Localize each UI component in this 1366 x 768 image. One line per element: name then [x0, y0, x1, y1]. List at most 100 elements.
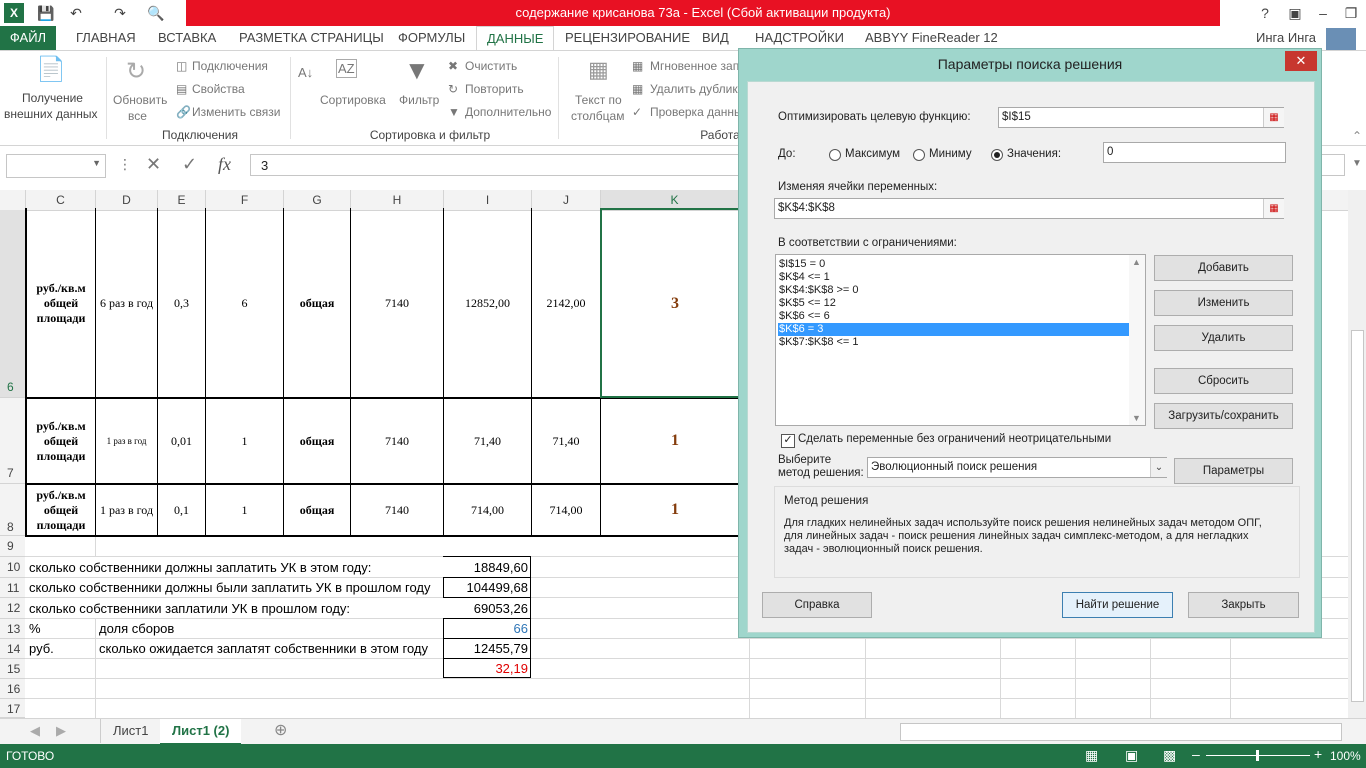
load-save-button[interactable]: Загрузить/сохранить [1154, 403, 1293, 429]
constraint-item[interactable]: $K$7:$K$8 <= 1 [778, 336, 1129, 349]
value-of-label[interactable]: Значения: [1007, 148, 1061, 160]
row-header-10[interactable]: 10 [0, 557, 25, 578]
row-header-13[interactable]: 13 [0, 619, 25, 639]
advanced-button[interactable]: Дополнительно [465, 105, 551, 119]
col-header-f[interactable]: F [206, 190, 284, 210]
filter-button[interactable]: Фильтр [399, 93, 439, 107]
reapply-button[interactable]: Повторить [465, 82, 524, 96]
cell-e8[interactable]: 0,1 [158, 485, 205, 535]
text-to-columns-button[interactable]: Текст по [575, 93, 622, 107]
tab-insert[interactable]: ВСТАВКА [148, 26, 226, 50]
cell-d7[interactable]: 1 раз в год [96, 399, 157, 483]
col-header-h[interactable]: H [351, 190, 444, 210]
constraints-list[interactable]: $I$15 = 0 $K$4 <= 1 $K$4:$K$8 >= 0 $K$5 … [775, 254, 1146, 426]
add-button[interactable]: Добавить [1154, 255, 1293, 281]
text-to-columns-label[interactable]: столбцам [571, 109, 624, 123]
method-select[interactable]: Эволюционный поиск решения [867, 457, 1167, 478]
sheet-tab-1[interactable]: Лист1 [100, 719, 162, 743]
remove-duplicates-button[interactable]: Удалить дублика [650, 82, 745, 96]
minimize-icon[interactable]: – [1308, 0, 1338, 26]
cell-i10[interactable]: 18849,60 [444, 557, 531, 577]
cell-i15[interactable]: 32,19 [444, 659, 531, 678]
cell-i13[interactable]: 66 [444, 619, 531, 638]
changing-cells-input[interactable]: $K$4:$K$8 [774, 198, 1284, 219]
cell-g7[interactable]: общая [284, 399, 350, 483]
collapse-ref-icon[interactable]: ▦ [1263, 108, 1284, 127]
cell-f6[interactable]: 6 [206, 210, 283, 397]
close-icon[interactable]: ✕ [1285, 51, 1317, 71]
close-button[interactable]: Закрыть [1188, 592, 1299, 618]
cell-d8[interactable]: 1 раз в год [96, 485, 157, 535]
insert-function-icon[interactable]: fx [218, 154, 231, 175]
tab-file[interactable]: ФАЙЛ [0, 26, 56, 50]
avatar[interactable] [1326, 28, 1356, 50]
cell-g8[interactable]: общая [284, 485, 350, 535]
max-label[interactable]: Максимум [845, 148, 900, 160]
zoom-level[interactable]: 100% [1330, 749, 1361, 763]
cell-c11[interactable]: сколько собственники должны были заплати… [26, 578, 443, 597]
refresh-all-label[interactable]: все [128, 109, 147, 123]
row-header-12[interactable]: 12 [0, 598, 25, 619]
tab-home[interactable]: ГЛАВНАЯ [66, 26, 146, 50]
row-header-11[interactable]: 11 [0, 578, 25, 598]
constraints-scrollbar[interactable]: ▲ ▼ [1129, 255, 1145, 425]
page-layout-icon[interactable]: ▣ [1125, 747, 1138, 764]
enter-icon[interactable]: ✓ [182, 154, 197, 175]
scroll-thumb[interactable] [1351, 330, 1364, 702]
cell-i14[interactable]: 12455,79 [444, 639, 531, 658]
user-name[interactable]: Инга Инга [1246, 26, 1326, 50]
name-box[interactable]: ▼ [6, 154, 106, 178]
scroll-up-icon[interactable]: ▲ [1132, 257, 1141, 267]
print-preview-icon[interactable]: 🔍 [146, 3, 166, 23]
cell-e6[interactable]: 0,3 [158, 210, 205, 397]
cell-i6[interactable]: 12852,00 [444, 210, 531, 397]
constraint-item[interactable]: $K$5 <= 12 [778, 297, 1129, 310]
tab-page-layout[interactable]: РАЗМЕТКА СТРАНИЦЫ [229, 26, 394, 50]
row-header-15[interactable]: 15 [0, 659, 25, 679]
cell-c10[interactable]: сколько собственники должны заплатить УК… [26, 557, 444, 577]
next-sheet-icon[interactable]: ▶ [44, 719, 78, 743]
zoom-in-icon[interactable]: + [1314, 746, 1322, 762]
get-external-data-label[interactable]: внешних данных [4, 107, 98, 121]
options-button[interactable]: Параметры [1174, 458, 1293, 484]
cell-k6[interactable]: 3 [602, 210, 748, 397]
cell-c13[interactable]: % [26, 619, 95, 638]
collapse-ref-icon-2[interactable]: ▦ [1263, 199, 1284, 218]
col-header-i[interactable]: I [444, 190, 532, 210]
cell-c6[interactable]: руб./кв.м общей площади [27, 210, 95, 397]
data-validation-button[interactable]: Проверка данны [650, 105, 743, 119]
cell-j8[interactable]: 714,00 [532, 485, 600, 535]
ribbon-display-icon[interactable]: ▣ [1280, 0, 1310, 26]
constraint-item[interactable]: $K$6 <= 6 [778, 310, 1129, 323]
tab-data[interactable]: ДАННЫЕ [476, 26, 555, 52]
help-button[interactable]: Справка [762, 592, 872, 618]
normal-view-icon[interactable]: ▦ [1085, 747, 1098, 764]
save-icon[interactable]: 💾 [36, 3, 56, 23]
method-chevron-down-icon[interactable]: ⌄ [1150, 458, 1167, 477]
tab-formulas[interactable]: ФОРМУЛЫ [388, 26, 475, 50]
constraint-item[interactable]: $I$15 = 0 [778, 258, 1129, 271]
row-header-9[interactable]: 9 [0, 536, 25, 557]
col-header-c[interactable]: C [26, 190, 96, 210]
min-radio[interactable] [913, 149, 925, 161]
get-external-data-button[interactable]: Получение [22, 91, 83, 105]
constraint-item-selected[interactable]: $K$6 = 3 [778, 323, 1129, 336]
cell-d6[interactable]: 6 раз в год [96, 210, 157, 397]
expand-formula-icon[interactable]: ▼ [1352, 158, 1362, 169]
cell-j6[interactable]: 2142,00 [532, 210, 600, 397]
row-header-8[interactable]: 8 [0, 484, 25, 536]
max-radio[interactable] [829, 149, 841, 161]
tab-addins[interactable]: НАДСТРОЙКИ [745, 26, 854, 50]
row-header-14[interactable]: 14 [0, 639, 25, 659]
sort-button[interactable]: Сортировка [320, 93, 386, 107]
col-header-g[interactable]: G [284, 190, 351, 210]
help-icon[interactable]: ? [1250, 0, 1280, 26]
tab-abbyy[interactable]: ABBYY FineReader 12 [855, 26, 1008, 50]
nonneg-checkbox[interactable]: ✓ [781, 434, 795, 448]
col-header-j[interactable]: J [532, 190, 601, 210]
min-label[interactable]: Миниму [929, 148, 972, 160]
col-header-e[interactable]: E [158, 190, 206, 210]
cell-h8[interactable]: 7140 [351, 485, 443, 535]
cell-i7[interactable]: 71,40 [444, 399, 531, 483]
nonneg-label[interactable]: Сделать переменные без ограничений неотр… [798, 433, 1111, 445]
